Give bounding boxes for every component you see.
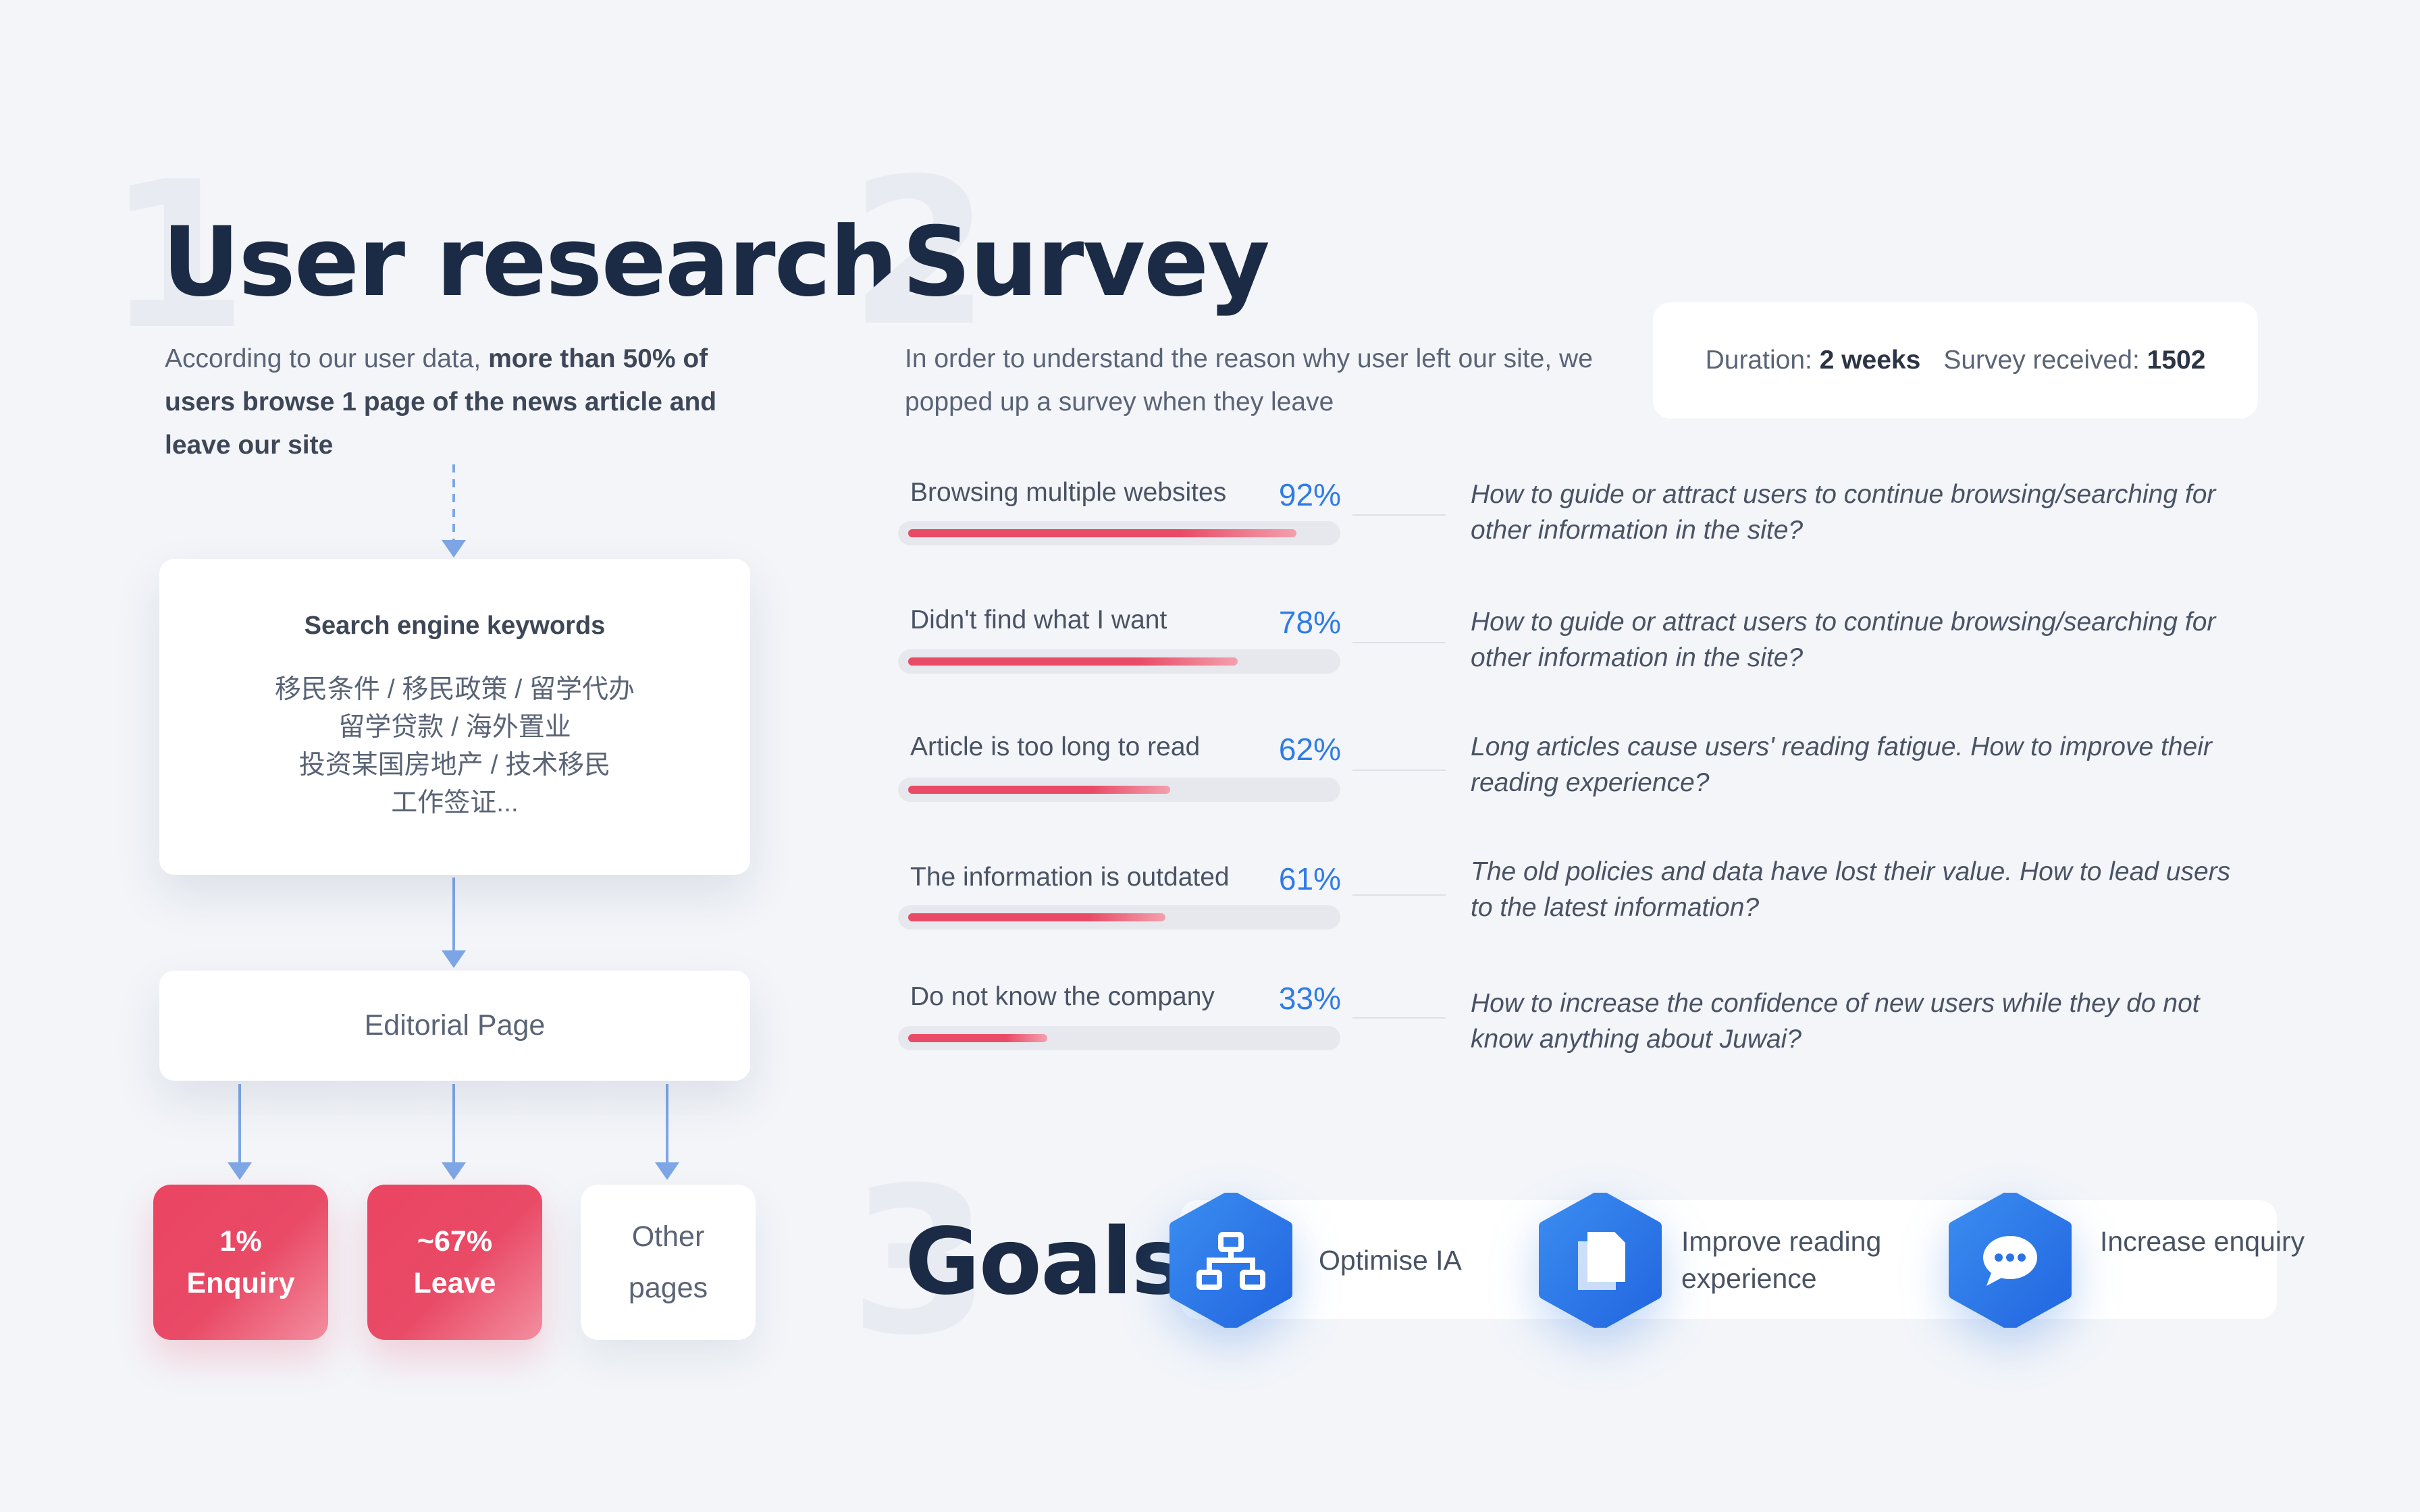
reason-bar-track	[898, 649, 1340, 674]
received-value: 1502	[2147, 346, 2206, 375]
survey-title: Survey	[902, 207, 1270, 318]
reason-bar-fill	[908, 657, 1238, 666]
leave-percent: ~67%	[417, 1225, 493, 1258]
reason-bar-track	[898, 521, 1340, 545]
reason-bar-fill	[908, 913, 1165, 921]
goal-label: Improve reading experience	[1681, 1226, 1882, 1294]
keywords-line: 工作签证...	[391, 788, 519, 817]
survey-stats-card: Duration: 2 weeks Survey received: 1502	[1653, 302, 2258, 418]
survey-intro: In order to understand the reason why us…	[905, 344, 1593, 416]
enquiry-label: Enquiry	[186, 1267, 295, 1299]
editorial-page-card: Editorial Page	[159, 971, 750, 1081]
reason-question: How to guide or attract users to continu…	[1471, 480, 2216, 545]
connector-line	[1352, 770, 1446, 771]
editorial-page-label: Editorial Page	[364, 1009, 546, 1042]
reason-label: Do not know the company	[910, 982, 1215, 1011]
reason-bar-fill	[908, 786, 1170, 794]
keywords-line: 留学贷款 / 海外置业	[338, 713, 571, 742]
reason-percent: 62%	[1278, 732, 1341, 767]
reason-label: Browsing multiple websites	[910, 478, 1227, 507]
other-label-line1: Other	[631, 1220, 705, 1253]
received-label: Survey received:	[1943, 346, 2140, 375]
keywords-list: 移民条件 / 移民政策 / 留学代办 留学贷款 / 海外置业 投资某国房地产 /…	[159, 671, 750, 822]
survey-reason-row: Do not know the company 33% How to incre…	[0, 0, 2420, 1054]
duration-label: Duration:	[1705, 346, 1812, 375]
reason-question: How to guide or attract users to continu…	[1471, 608, 2216, 672]
goal-hexagon	[1167, 1193, 1295, 1328]
connector-line	[1352, 642, 1446, 643]
reason-label: The information is outdated	[910, 863, 1230, 892]
enquiry-percent: 1%	[219, 1225, 262, 1258]
received-stat: Survey received: 1502	[1943, 346, 2205, 375]
keywords-line: 移民条件 / 移民政策 / 留学代办	[274, 675, 635, 704]
goal-label: Optimise IA	[1319, 1245, 1462, 1276]
reason-percent: 92%	[1278, 477, 1341, 512]
leave-label: Leave	[413, 1267, 496, 1299]
duration-value: 2 weeks	[1819, 346, 1921, 375]
other-pages-outcome: Other pages	[581, 1185, 756, 1340]
enquiry-outcome: 1% Enquiry	[153, 1185, 328, 1340]
duration-stat: Duration: 2 weeks	[1706, 346, 1921, 375]
reason-percent: 61%	[1278, 861, 1341, 896]
reason-label: Article is too long to read	[910, 732, 1201, 761]
reason-bar-track	[898, 1026, 1340, 1050]
goals-title: Goals	[905, 1209, 1186, 1316]
search-keywords-card: Search engine keywords 移民条件 / 移民政策 / 留学代…	[159, 559, 750, 875]
reason-bar-fill	[908, 529, 1296, 537]
reason-question: Long articles cause users' reading fatig…	[1471, 732, 2212, 797]
reason-label: Didn't find what I want	[910, 605, 1167, 634]
keywords-title: Search engine keywords	[304, 612, 606, 640]
connector-line	[1352, 514, 1446, 516]
goal-hexagon	[1536, 1193, 1664, 1328]
reason-bar-track	[898, 778, 1340, 802]
reason-bar-track	[898, 905, 1340, 929]
reason-question: The old policies and data have lost thei…	[1471, 857, 2231, 922]
reason-bar-fill	[908, 1034, 1047, 1042]
goal-hexagon	[1946, 1193, 2074, 1328]
reason-percent: 33%	[1278, 981, 1341, 1016]
leave-outcome: ~67% Leave	[367, 1185, 542, 1340]
connector-line	[1352, 894, 1446, 896]
other-label-line2: pages	[628, 1272, 708, 1304]
connector-line	[1352, 1017, 1446, 1019]
reason-question: How to increase the confidence of new us…	[1471, 989, 2200, 1054]
goal-label: Increase enquiry	[2100, 1226, 2305, 1257]
keywords-line: 投资某国房地产 / 技术移民	[298, 751, 611, 780]
reason-percent: 78%	[1278, 605, 1341, 640]
